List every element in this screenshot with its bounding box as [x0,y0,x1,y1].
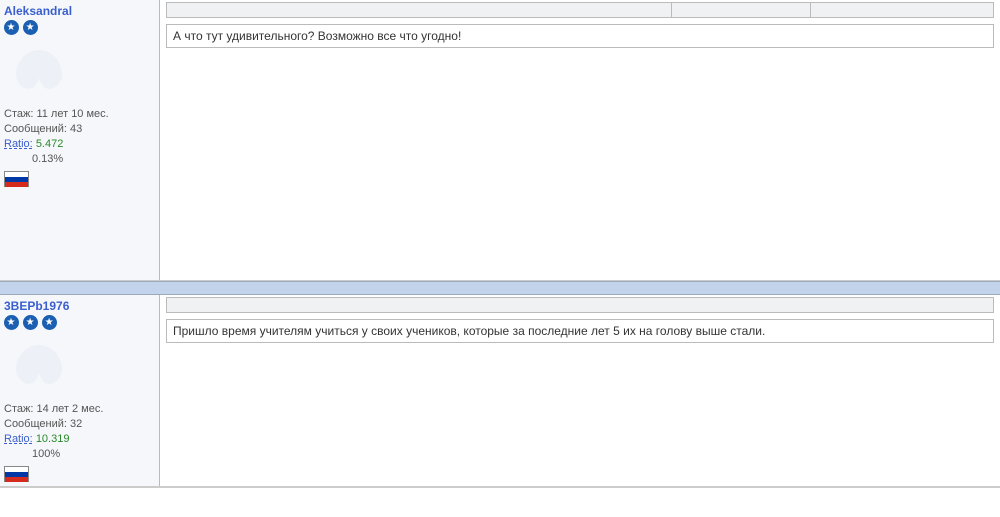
star-icon [23,20,38,35]
avatar [4,42,74,97]
post-user-panel: Aleksandral Стаж: 11 лет 10 мес. Сообщен… [0,0,160,280]
forum-post: 3BEPb1976 Стаж: 14 лет 2 мес. Сообщений:… [0,295,1000,487]
avatar [4,337,74,392]
user-rank-stars [4,315,155,333]
post-message: Пришло время учителям учиться у своих уч… [166,319,994,343]
username-link[interactable]: Aleksandral [4,4,155,18]
ratio-label[interactable]: Ratio: [4,433,33,445]
post-body: Пришло время учителям учиться у своих уч… [160,295,1000,486]
flag-russia-icon [4,466,29,482]
star-icon [4,20,19,35]
ratio-label[interactable]: Ratio: [4,138,33,150]
post-message: А что тут удивительного? Возможно все чт… [166,24,994,48]
ratio-value: 10.319 [36,433,70,445]
messages-value: 32 [70,418,82,430]
star-icon [4,315,19,330]
post-divider [0,281,1000,295]
seniority-label: Стаж: [4,108,33,120]
user-rank-stars [4,20,155,38]
star-icon [23,315,38,330]
seniority-value: 14 лет 2 мес. [36,403,103,415]
post-header-bar [166,2,994,18]
seniority-label: Стаж: [4,403,33,415]
post-header-bar [166,297,994,313]
flag-russia-icon [4,171,29,187]
messages-value: 43 [70,123,82,135]
user-meta: Стаж: 14 лет 2 мес. Сообщений: 32 Ratio:… [4,402,155,462]
post-body: А что тут удивительного? Возможно все чт… [160,0,1000,280]
messages-label: Сообщений: [4,123,67,135]
percent-value: 0.13% [4,152,155,167]
username-link[interactable]: 3BEPb1976 [4,299,155,313]
messages-label: Сообщений: [4,418,67,430]
post-user-panel: 3BEPb1976 Стаж: 14 лет 2 мес. Сообщений:… [0,295,160,486]
star-icon [42,315,57,330]
user-meta: Стаж: 11 лет 10 мес. Сообщений: 43 Ratio… [4,107,155,167]
forum-post: Aleksandral Стаж: 11 лет 10 мес. Сообщен… [0,0,1000,281]
seniority-value: 11 лет 10 мес. [36,108,108,120]
ratio-value: 5.472 [36,138,64,150]
quote-tab[interactable] [671,2,811,18]
percent-value: 100% [4,447,155,462]
